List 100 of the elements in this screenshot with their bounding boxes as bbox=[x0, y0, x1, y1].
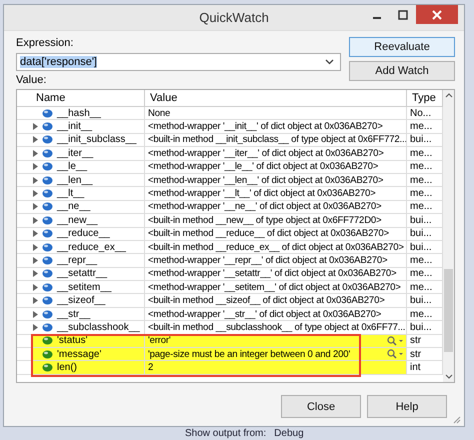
object-icon bbox=[42, 176, 53, 185]
value-cell-text: <built-in method __new__ of type object at 0x6FF772D0> bbox=[148, 214, 382, 226]
object-icon bbox=[42, 108, 53, 118]
value-cell-text: <method-wrapper '__iter__' of dict object at 0x036AB270> bbox=[148, 148, 385, 159]
value-cell-text: <method-wrapper '__str__' of dict object at 0x036AB270> bbox=[148, 308, 382, 320]
type-cell: bui... bbox=[410, 134, 432, 146]
type-cell: str bbox=[410, 348, 422, 360]
dialog-button[interactable]: Reevaluate bbox=[349, 37, 455, 57]
name-cell: __len__ bbox=[57, 174, 93, 186]
close-icon bbox=[432, 10, 442, 20]
minimize-icon bbox=[373, 16, 381, 18]
type-cell: me... bbox=[410, 174, 432, 186]
object-icon bbox=[42, 148, 53, 158]
object-icon bbox=[42, 242, 53, 252]
name-cell: __setattr__ bbox=[57, 268, 108, 280]
scrollbar[interactable] bbox=[443, 90, 454, 382]
value-label: Value: bbox=[16, 74, 48, 87]
type-cell: str bbox=[410, 335, 422, 346]
expression-value: data['response'] bbox=[20, 56, 97, 68]
type-cell: bui... bbox=[410, 242, 432, 253]
column-header[interactable]: Value bbox=[145, 90, 407, 106]
scrollbar-thumb[interactable] bbox=[444, 269, 453, 352]
name-cell: __setitem__ bbox=[57, 282, 112, 293]
name-cell: __reduce_ex__ bbox=[57, 242, 126, 253]
name-cell: __new__ bbox=[57, 214, 98, 226]
object-icon bbox=[42, 122, 53, 132]
value-cell-text: 'page-size must be an integer between 0 and 200' bbox=[148, 348, 352, 360]
column-header[interactable]: Name bbox=[31, 90, 145, 106]
object-icon bbox=[42, 256, 53, 265]
value-cell-text: <method-wrapper '__init__' of dict object at 0x036AB270> bbox=[148, 121, 384, 132]
object-icon bbox=[42, 282, 53, 292]
type-cell: me... bbox=[410, 188, 432, 200]
resize-grip-icon[interactable] bbox=[453, 416, 461, 424]
value-cell-text: <built-in method __reduce__ of dict object at 0x036AB270> bbox=[148, 228, 390, 240]
value-cell-text: <method-wrapper '__len__' of dict object at 0x036AB270> bbox=[148, 174, 384, 186]
value-cell: <built-in method __subclasshook__ of type object at 0x6FF77... bbox=[148, 322, 406, 333]
value-cell-text: <built-in method __reduce_ex__ of dict object at 0x036AB270> bbox=[148, 242, 405, 253]
name-cell: __iter__ bbox=[57, 148, 94, 159]
value-cell-text: <method-wrapper '__le__' of dict object at 0x036AB270> bbox=[148, 161, 380, 172]
type-cell: me... bbox=[410, 254, 432, 266]
name-cell: __sizeof__ bbox=[57, 295, 106, 306]
type-cell: bui... bbox=[410, 295, 432, 306]
dialog-button[interactable]: Close bbox=[281, 395, 361, 418]
name-cell: __le__ bbox=[57, 161, 88, 172]
value-cell-text: <method-wrapper '__ne__' of dict object at 0x036AB270> bbox=[148, 201, 382, 212]
name-cell: __lt__ bbox=[57, 188, 84, 200]
object-icon bbox=[42, 135, 53, 144]
type-cell: me... bbox=[410, 201, 432, 212]
name-cell: __ne__ bbox=[57, 201, 90, 212]
expression-field[interactable]: data['response'] bbox=[16, 53, 341, 71]
object-icon bbox=[42, 363, 53, 372]
type-cell: me... bbox=[410, 268, 432, 280]
object-icon bbox=[42, 189, 53, 198]
expression-label: Expression: bbox=[16, 37, 74, 50]
name-cell: __reduce__ bbox=[57, 228, 110, 240]
window-title: QuickWatch bbox=[199, 10, 269, 25]
name-cell: __init__ bbox=[57, 121, 92, 132]
dialog-button[interactable]: Add Watch bbox=[349, 61, 455, 81]
object-icon bbox=[42, 310, 53, 319]
type-cell: me... bbox=[410, 308, 432, 320]
value-cell-text: <built-in method __sizeof__ of dict object at 0x036AB270> bbox=[148, 295, 386, 306]
name-cell: __str__ bbox=[57, 308, 90, 320]
type-cell: int bbox=[410, 362, 421, 374]
name-cell: __hash__ bbox=[57, 108, 101, 119]
name-cell: __subclasshook__ bbox=[57, 322, 140, 333]
type-cell: No... bbox=[410, 108, 432, 119]
dropdown-icon bbox=[325, 59, 334, 65]
value-cell-text: 2 bbox=[148, 362, 154, 374]
scroll-down-icon[interactable] bbox=[444, 374, 452, 380]
close-button[interactable] bbox=[416, 5, 458, 24]
type-cell: me... bbox=[410, 121, 432, 132]
value-cell-text: <method-wrapper '__repr__' of dict object at 0x036AB270> bbox=[148, 254, 388, 266]
object-icon bbox=[42, 162, 53, 172]
type-cell: bui... bbox=[410, 322, 432, 333]
object-icon bbox=[42, 296, 53, 306]
object-icon bbox=[42, 336, 53, 346]
type-cell: me... bbox=[410, 161, 432, 172]
magnifier-icon[interactable] bbox=[387, 349, 403, 360]
name-cell: __init_subclass__ bbox=[57, 134, 136, 146]
backdrop-text: Debug bbox=[274, 428, 304, 439]
value-cell-text: None bbox=[148, 108, 172, 119]
dialog-button[interactable]: Help bbox=[367, 395, 447, 418]
type-cell: me... bbox=[410, 148, 432, 159]
value-cell-text: <method-wrapper '__lt__' of dict object at 0x036AB270> bbox=[148, 188, 377, 200]
object-icon bbox=[42, 229, 53, 238]
type-cell: bui... bbox=[410, 228, 432, 240]
type-cell: bui... bbox=[410, 214, 432, 226]
magnifier-icon[interactable] bbox=[387, 336, 403, 346]
name-cell: 'message' bbox=[57, 348, 102, 360]
object-icon bbox=[42, 350, 53, 359]
scroll-up-icon[interactable] bbox=[444, 92, 452, 98]
type-cell: me... bbox=[410, 282, 432, 293]
value-cell: <built-in method __init_subclass__ of type object at 0x6FF772... bbox=[148, 134, 406, 146]
value-cell-text: 'error' bbox=[148, 335, 172, 346]
object-icon bbox=[42, 202, 53, 212]
value-cell-text: <method-wrapper '__setitem__' of dict object at 0x036AB270> bbox=[148, 282, 402, 293]
name-cell: 'status' bbox=[57, 335, 88, 346]
name-cell: __repr__ bbox=[57, 254, 98, 266]
object-icon bbox=[42, 269, 53, 278]
backdrop-text: Show output from: bbox=[185, 428, 266, 439]
